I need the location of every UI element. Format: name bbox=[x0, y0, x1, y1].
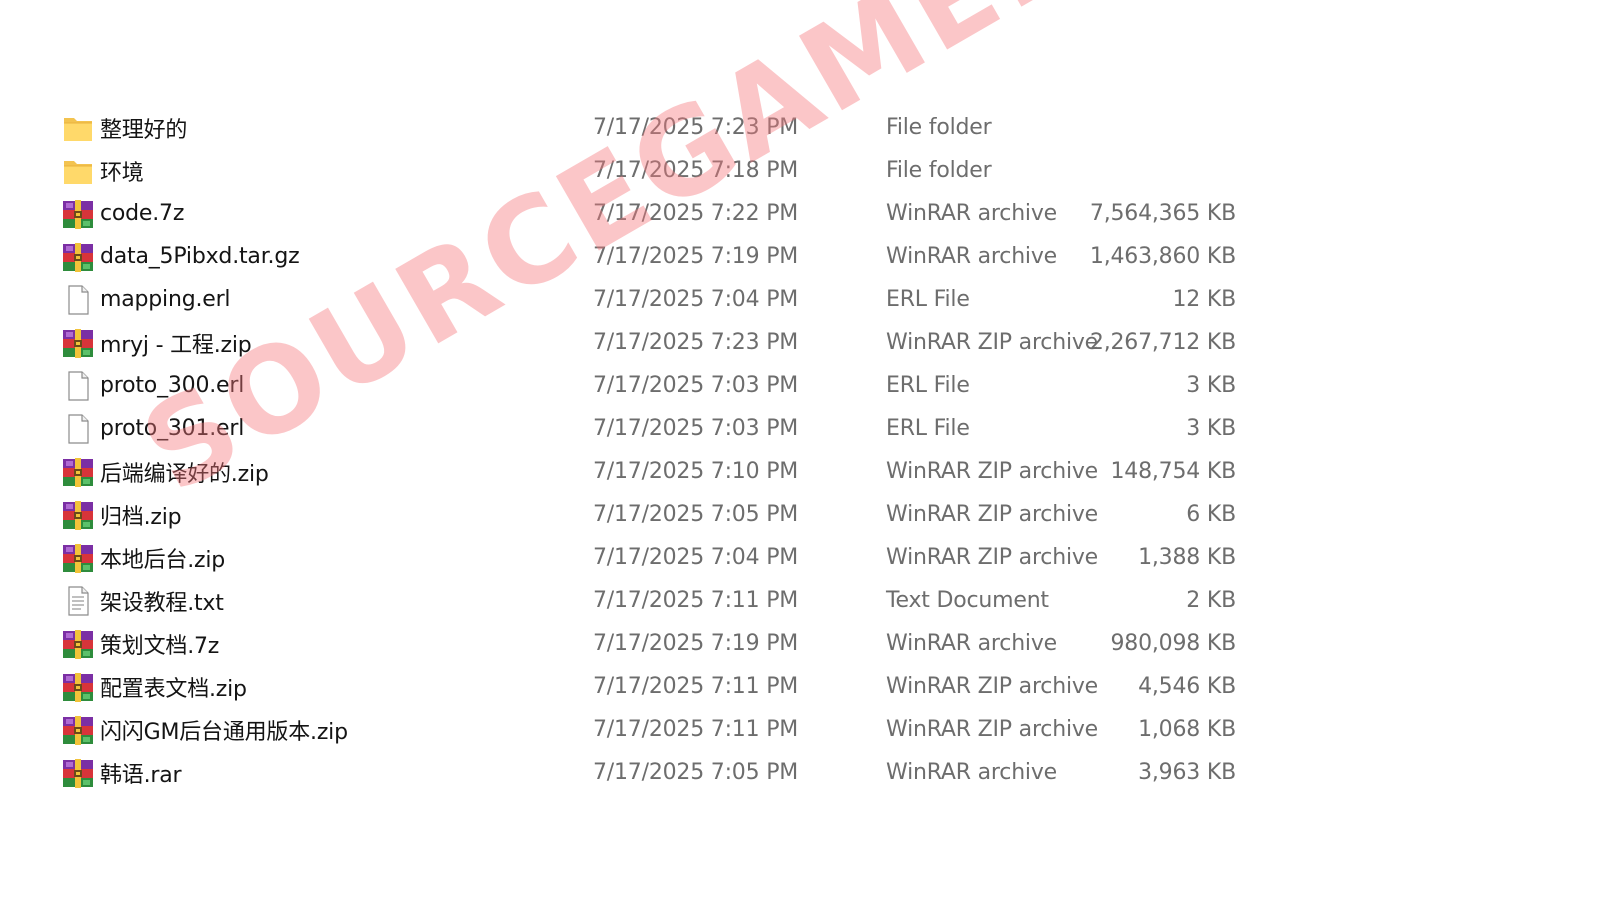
folder-icon bbox=[62, 113, 94, 143]
file-size: 12 KB bbox=[1172, 287, 1236, 312]
file-row[interactable]: data_5Pibxd.tar.gz 7/17/2025 7:19 PM WinRA… bbox=[56, 235, 1286, 278]
file-date-modified: 7/17/2025 7:11 PM bbox=[593, 674, 799, 699]
blank-file-icon bbox=[62, 285, 94, 315]
file-type: WinRAR archive bbox=[886, 760, 1057, 785]
file-name[interactable]: 策划文档.7z bbox=[100, 628, 219, 660]
file-row[interactable]: proto_300.erl 7/17/2025 7:03 PM ERL File 3 … bbox=[56, 364, 1286, 407]
winrar-archive-icon bbox=[62, 500, 94, 530]
file-size: 4,546 KB bbox=[1138, 674, 1236, 699]
file-date-modified: 7/17/2025 7:03 PM bbox=[593, 373, 799, 398]
file-size: 3 KB bbox=[1186, 373, 1236, 398]
file-name[interactable]: 闪闪GM后台通用版本.zip bbox=[100, 714, 348, 746]
file-name[interactable]: 韩语.rar bbox=[100, 757, 182, 789]
file-size: 980,098 KB bbox=[1110, 631, 1237, 656]
file-type: ERL File bbox=[886, 416, 970, 441]
file-size: 3,963 KB bbox=[1138, 760, 1236, 785]
file-name[interactable]: 本地后台.zip bbox=[100, 542, 225, 574]
file-date-modified: 7/17/2025 7:23 PM bbox=[593, 330, 799, 355]
file-row[interactable]: 配置表文档.zip 7/17/2025 7:11 PM WinRAR ZIP arc… bbox=[56, 665, 1286, 708]
file-date-modified: 7/17/2025 7:04 PM bbox=[593, 545, 799, 570]
file-name[interactable]: code.7z bbox=[100, 201, 184, 226]
winrar-archive-icon bbox=[62, 543, 94, 573]
file-row[interactable]: 后端编译好的.zip 7/17/2025 7:10 PM WinRAR ZIP ar… bbox=[56, 450, 1286, 493]
file-type: ERL File bbox=[886, 373, 970, 398]
file-row[interactable]: 本地后台.zip 7/17/2025 7:04 PM WinRAR ZIP arch… bbox=[56, 536, 1286, 579]
file-row[interactable]: 策划文档.7z 7/17/2025 7:19 PM WinRAR archive 98… bbox=[56, 622, 1286, 665]
text-file-icon bbox=[62, 586, 94, 616]
file-type: File folder bbox=[886, 115, 992, 140]
winrar-archive-icon bbox=[62, 328, 94, 358]
file-size: 2 KB bbox=[1186, 588, 1236, 613]
file-name[interactable]: mapping.erl bbox=[100, 287, 231, 312]
file-date-modified: 7/17/2025 7:05 PM bbox=[593, 502, 799, 527]
file-date-modified: 7/17/2025 7:04 PM bbox=[593, 287, 799, 312]
file-size: 7,564,365 KB bbox=[1089, 201, 1236, 226]
file-type: File folder bbox=[886, 158, 992, 183]
file-type: WinRAR archive bbox=[886, 631, 1057, 656]
file-name[interactable]: mryj - 工程.zip bbox=[100, 327, 252, 359]
file-date-modified: 7/17/2025 7:03 PM bbox=[593, 416, 799, 441]
file-size: 148,754 KB bbox=[1110, 459, 1237, 484]
file-size: 1,463,860 KB bbox=[1089, 244, 1236, 269]
winrar-archive-icon bbox=[62, 629, 94, 659]
file-date-modified: 7/17/2025 7:19 PM bbox=[593, 631, 799, 656]
file-row[interactable]: mryj - 工程.zip 7/17/2025 7:23 PM WinRAR ZIP… bbox=[56, 321, 1286, 364]
file-row[interactable]: proto_301.erl 7/17/2025 7:03 PM ERL File 3 … bbox=[56, 407, 1286, 450]
winrar-archive-icon bbox=[62, 242, 94, 272]
blank-file-icon bbox=[62, 371, 94, 401]
file-row[interactable]: 架设教程.txt 7/17/2025 7:11 PM Text Document 2 … bbox=[56, 579, 1286, 622]
file-date-modified: 7/17/2025 7:23 PM bbox=[593, 115, 799, 140]
file-type: WinRAR archive bbox=[886, 244, 1057, 269]
file-name[interactable]: 环境 bbox=[100, 155, 144, 187]
file-name[interactable]: 归档.zip bbox=[100, 499, 182, 531]
file-row[interactable]: 闪闪GM后台通用版本.zip 7/17/2025 7:11 PM WinRAR ZI… bbox=[56, 708, 1286, 751]
file-row[interactable]: 环境 7/17/2025 7:18 PM File folder bbox=[56, 149, 1286, 192]
file-date-modified: 7/17/2025 7:10 PM bbox=[593, 459, 799, 484]
file-name[interactable]: 整理好的 bbox=[100, 112, 187, 144]
file-size: 1,068 KB bbox=[1138, 717, 1236, 742]
file-date-modified: 7/17/2025 7:22 PM bbox=[593, 201, 799, 226]
file-type: WinRAR archive bbox=[886, 201, 1057, 226]
file-name[interactable]: proto_300.erl bbox=[100, 373, 244, 398]
file-date-modified: 7/17/2025 7:18 PM bbox=[593, 158, 799, 183]
file-row[interactable]: mapping.erl 7/17/2025 7:04 PM ERL File 12 K… bbox=[56, 278, 1286, 321]
winrar-archive-icon bbox=[62, 199, 94, 229]
winrar-archive-icon bbox=[62, 672, 94, 702]
file-size: 2,267,712 KB bbox=[1089, 330, 1236, 355]
file-list: 整理好的 7/17/2025 7:23 PM File folder 环境 7/17/2… bbox=[56, 106, 1286, 794]
file-type: ERL File bbox=[886, 287, 970, 312]
winrar-archive-icon bbox=[62, 758, 94, 788]
winrar-archive-icon bbox=[62, 457, 94, 487]
winrar-archive-icon bbox=[62, 715, 94, 745]
blank-file-icon bbox=[62, 414, 94, 444]
file-size: 6 KB bbox=[1186, 502, 1236, 527]
file-date-modified: 7/17/2025 7:19 PM bbox=[593, 244, 799, 269]
file-date-modified: 7/17/2025 7:11 PM bbox=[593, 588, 799, 613]
file-size: 3 KB bbox=[1186, 416, 1236, 441]
file-row[interactable]: 整理好的 7/17/2025 7:23 PM File folder bbox=[56, 106, 1286, 149]
file-row[interactable]: 归档.zip 7/17/2025 7:05 PM WinRAR ZIP archiv… bbox=[56, 493, 1286, 536]
file-name[interactable]: data_5Pibxd.tar.gz bbox=[100, 244, 300, 269]
folder-icon bbox=[62, 156, 94, 186]
file-size: 1,388 KB bbox=[1138, 545, 1236, 570]
file-row[interactable]: code.7z 7/17/2025 7:22 PM WinRAR archive 7,… bbox=[56, 192, 1286, 235]
file-name[interactable]: proto_301.erl bbox=[100, 416, 244, 441]
file-name[interactable]: 后端编译好的.zip bbox=[100, 456, 269, 488]
file-name[interactable]: 架设教程.txt bbox=[100, 585, 224, 617]
file-date-modified: 7/17/2025 7:11 PM bbox=[593, 717, 799, 742]
file-name[interactable]: 配置表文档.zip bbox=[100, 671, 247, 703]
file-date-modified: 7/17/2025 7:05 PM bbox=[593, 760, 799, 785]
file-row[interactable]: 韩语.rar 7/17/2025 7:05 PM WinRAR archive 3,9… bbox=[56, 751, 1286, 794]
file-type: Text Document bbox=[886, 588, 1049, 613]
